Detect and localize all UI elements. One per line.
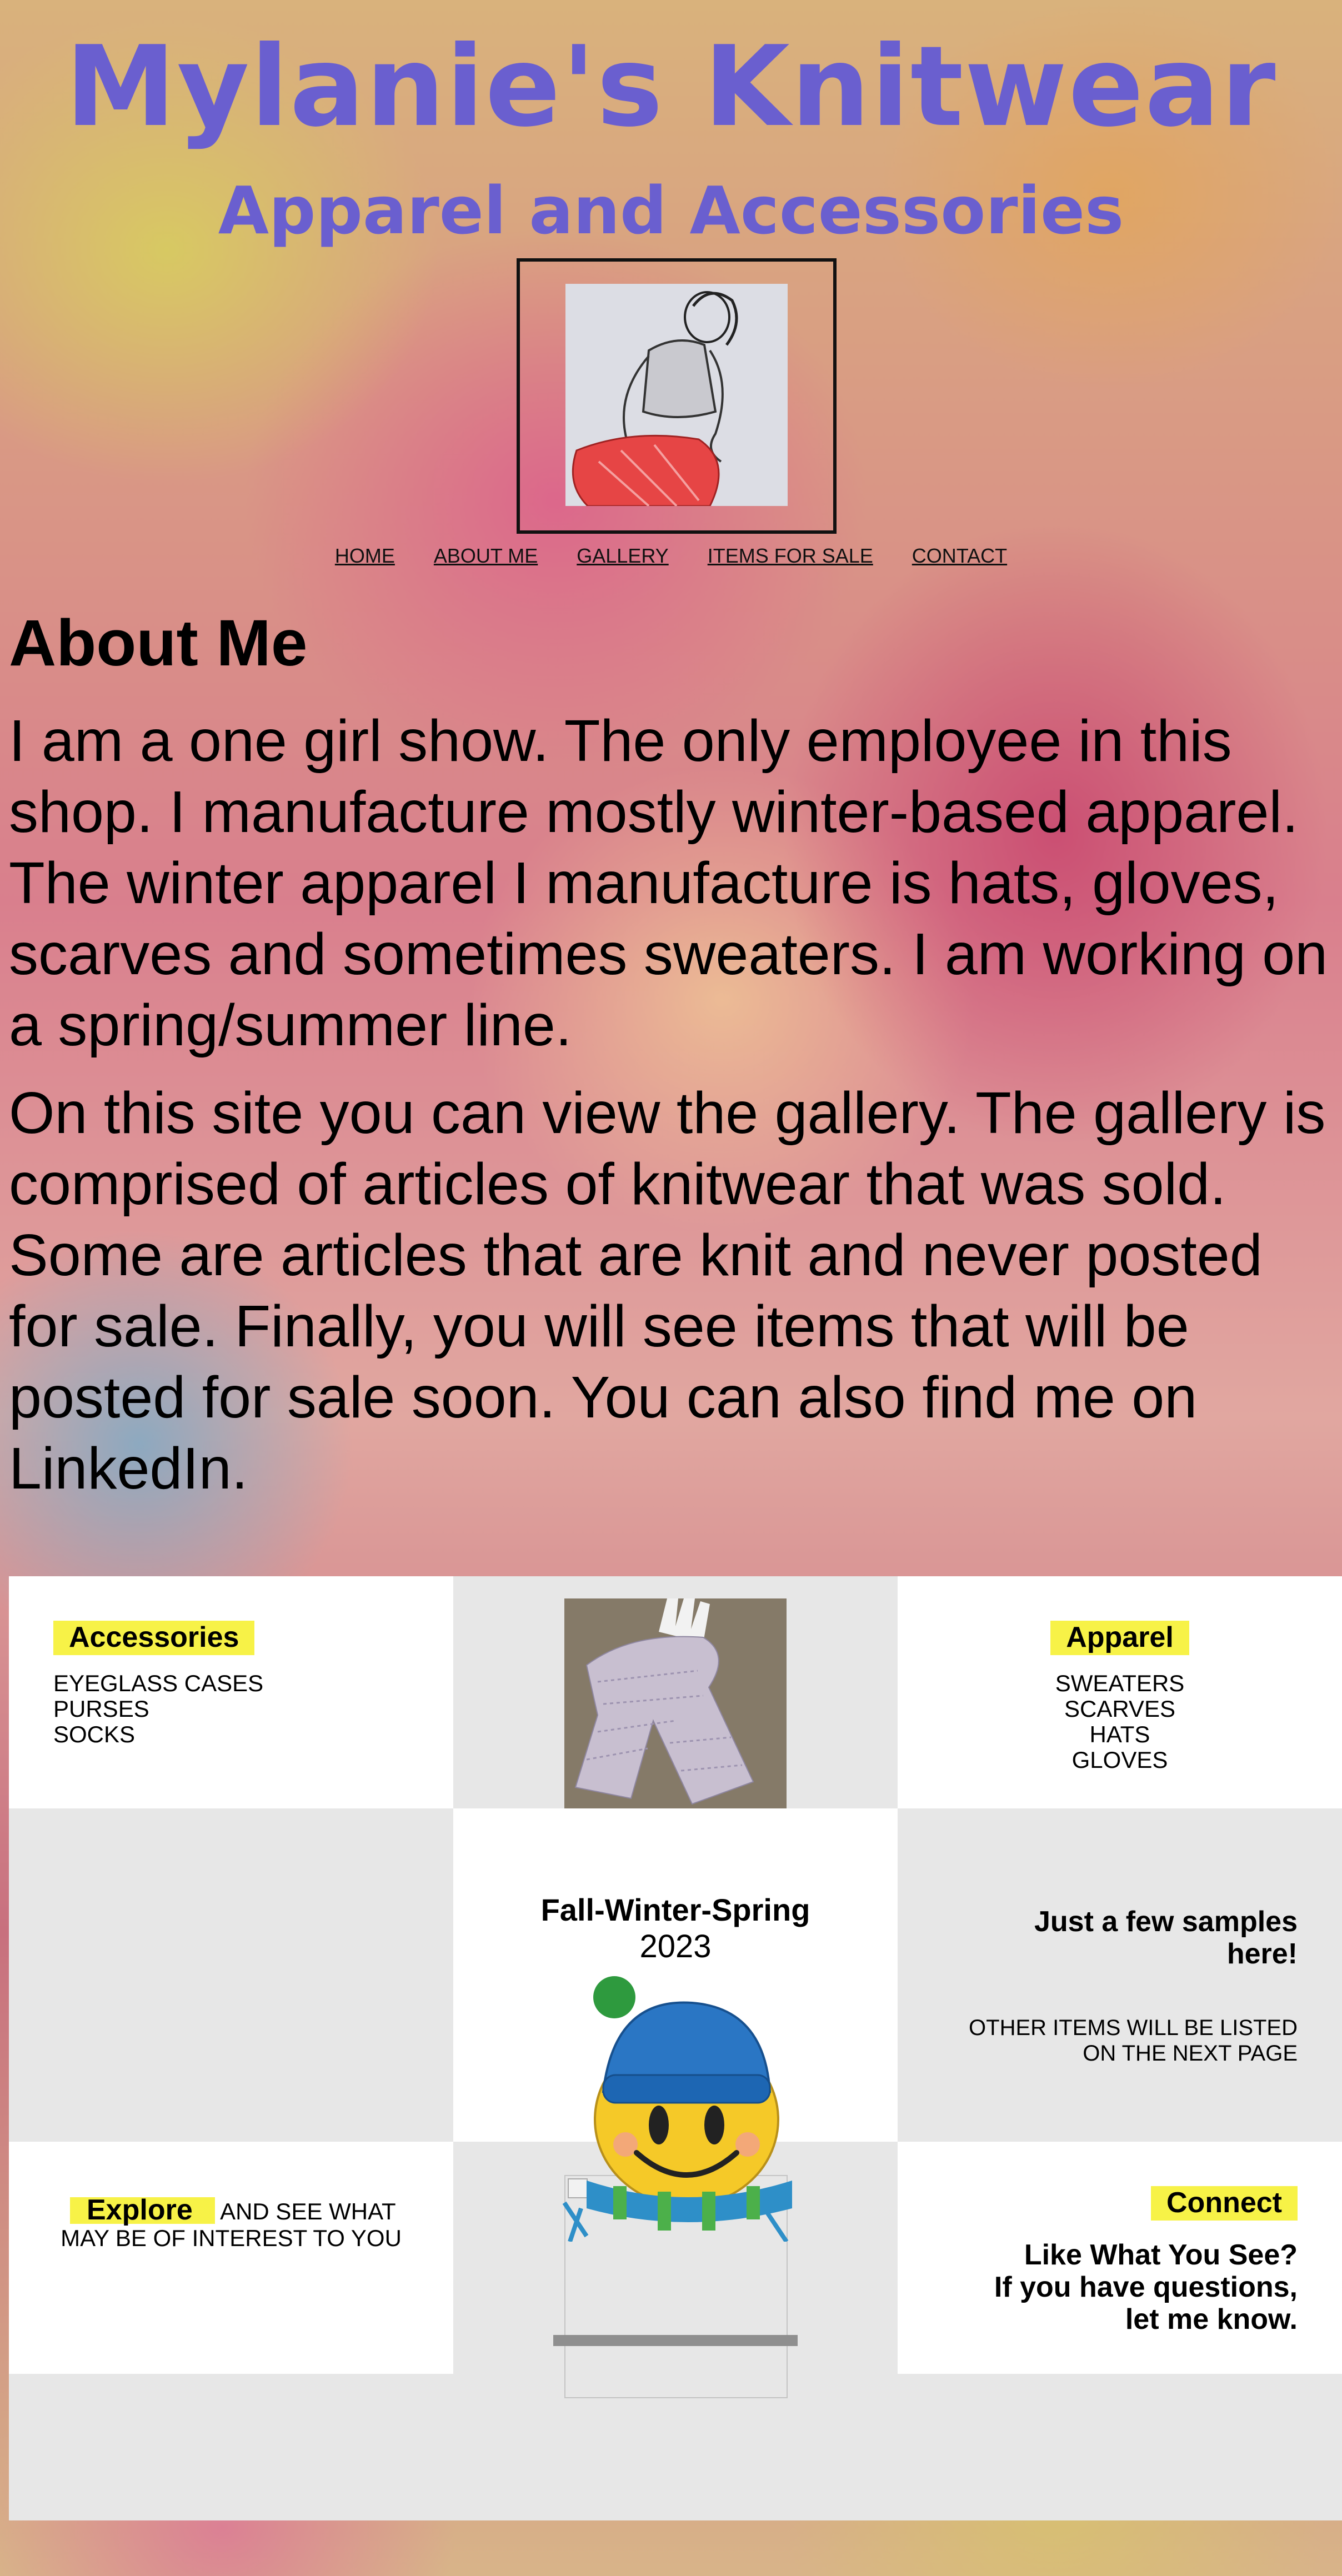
gloves-photo [564,1598,787,1810]
apparel-card: Apparel SWEATERS SCARVES HATS GLOVES [898,1576,1342,1808]
apparel-list: SWEATERS SCARVES HATS GLOVES [898,1671,1342,1773]
list-item: EYEGLASS CASES [53,1670,264,1696]
about-heading: About Me [9,607,308,680]
samples-note-line-2: ON THE NEXT PAGE [1083,2041,1298,2066]
samples-card: Just a few samples here! OTHER ITEMS WIL… [898,1808,1342,2142]
list-item: GLOVES [1071,1747,1168,1773]
about-paragraph-2: On this site you can view the gallery. T… [9,1080,1326,1501]
list-item: SWEATERS [1055,1670,1185,1696]
accessories-heading: Accessories [53,1621,255,1655]
explore-text-line-2: MAY BE OF INTEREST TO YOU [61,2225,402,2251]
site-title: Mylanie's Knitwear [65,22,1277,152]
connect-line-1: Like What You See? [1024,2239,1298,2271]
nav-contact[interactable]: CONTACT [912,544,1007,568]
nav-home[interactable]: HOME [335,544,395,568]
list-item: HATS [1089,1721,1150,1747]
season-title: Fall-Winter-Spring [540,1892,810,1927]
nav-gallery[interactable]: GALLERY [577,544,668,568]
nav-about-me[interactable]: ABOUT ME [434,544,538,568]
accessories-card: Accessories EYEGLASS CASES PURSES SOCKS [9,1576,453,1808]
samples-heading-line-2: here! [1226,1938,1298,1970]
main-nav: HOME ABOUT ME GALLERY ITEMS FOR SALE CON… [0,544,1342,568]
connect-line-3: let me know. [1125,2303,1298,2336]
site-subtitle: Apparel and Accessories [218,172,1124,249]
connect-line-2: If you have questions, [994,2271,1298,2303]
connect-card: Connect Like What You See? If you have q… [898,2142,1342,2374]
season-year: 2023 [639,1928,712,1964]
explore-text-line-1: AND SEE WHAT [214,2198,396,2224]
list-item: SOCKS [53,1721,136,1747]
logo-frame [517,258,837,534]
gloves-cell [453,1576,898,1810]
apparel-heading: Apparel [1050,1621,1189,1655]
accessories-list: EYEGLASS CASES PURSES SOCKS [53,1671,263,1747]
explore-card: Explore AND SEE WHAT MAY BE OF INTEREST … [9,2142,453,2374]
list-item: PURSES [53,1696,149,1722]
samples-heading-line-1: Just a few samples [1034,1906,1298,1938]
list-item: SCARVES [1064,1696,1175,1722]
about-paragraph-1: I am a one girl show. The only employee … [9,708,1328,1058]
nav-items-for-sale[interactable]: ITEMS FOR SALE [708,544,873,568]
explore-heading[interactable]: Explore [70,2196,215,2224]
smiley-hat-image [553,1975,798,2243]
feature-grid: Accessories EYEGLASS CASES PURSES SOCKS … [9,1576,1342,2520]
samples-note-line-1: OTHER ITEMS WILL BE LISTED [969,2016,1298,2040]
divider [553,2335,798,2346]
logo-sketch-image [565,284,788,507]
connect-heading[interactable]: Connect [1151,2186,1298,2221]
